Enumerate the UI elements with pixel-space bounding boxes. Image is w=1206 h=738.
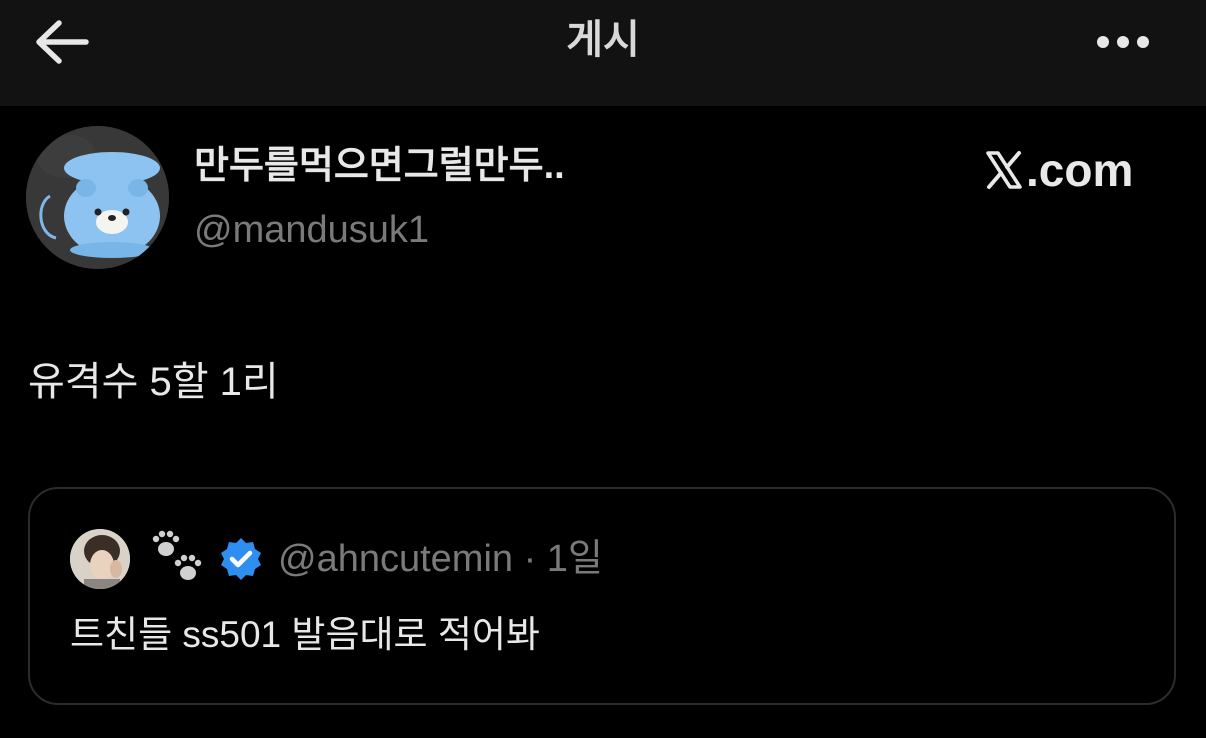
quoted-author-handle[interactable]: @ahncutemin · 1일 <box>278 533 603 585</box>
top-navigation-bar: 게시 <box>0 0 1206 106</box>
more-horizontal-icon <box>1097 36 1149 48</box>
author-display-name[interactable]: 만두를먹으면그럴만두.. <box>194 138 565 194</box>
page-title: 게시 <box>566 18 640 62</box>
post-detail-screen: 게시 만두를먹으면그럴만두.. @mandusuk1 .com 유격수 5할 1… <box>0 0 1206 738</box>
source-brand: .com <box>984 140 1133 200</box>
blue-bear-plush-avatar <box>26 126 169 269</box>
x-logo-icon <box>986 151 1022 189</box>
user-photo-avatar <box>70 529 130 589</box>
author-handle[interactable]: @mandusuk1 <box>194 204 429 256</box>
more-options-button[interactable] <box>1088 20 1158 64</box>
quoted-post-card[interactable]: @ahncutemin · 1일 트친들 ss501 발음대로 적어봐 <box>28 487 1176 705</box>
post-text: 유격수 5할 1리 <box>28 360 279 404</box>
author-avatar[interactable] <box>26 126 169 269</box>
paw-prints-icon <box>144 529 208 589</box>
quoted-author-avatar[interactable] <box>70 529 130 589</box>
verified-badge-icon <box>218 536 264 582</box>
quoted-post-text: 트친들 ss501 발음대로 적어봐 <box>70 614 540 655</box>
source-brand-label: .com <box>1026 144 1134 196</box>
